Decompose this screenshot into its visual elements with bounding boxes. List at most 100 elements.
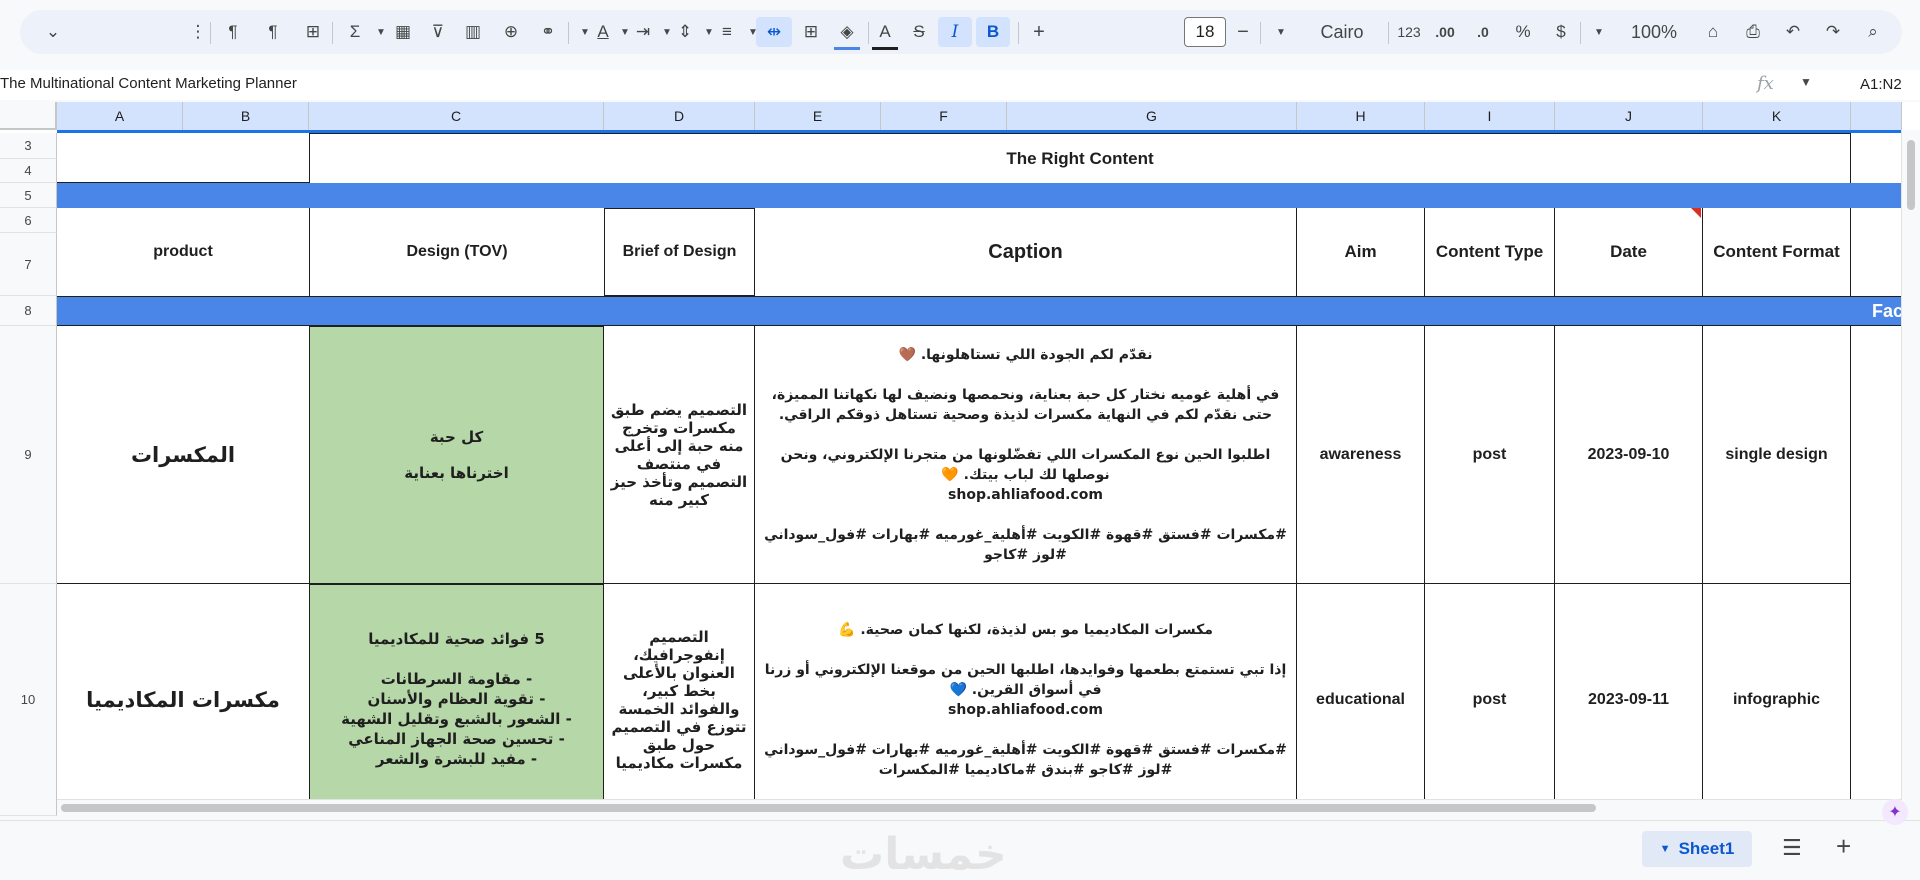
row9-product[interactable]: المكسرات [57, 326, 309, 584]
font-family-select[interactable]: Cairo [1312, 17, 1372, 47]
column-header-e[interactable]: E [755, 102, 881, 130]
rtl-text-icon[interactable]: ¶ [260, 17, 286, 47]
font-size-input[interactable]: 18 [1184, 17, 1226, 47]
merge-cells-icon[interactable]: ⇹ [756, 17, 792, 47]
row-header-3[interactable]: 3 [0, 133, 57, 159]
header-product[interactable]: product [57, 208, 309, 296]
select-all-corner[interactable] [0, 102, 57, 130]
redo-icon[interactable]: ↷ [1820, 17, 1846, 47]
row9-date[interactable]: 2023-09-10 [1555, 326, 1703, 584]
column-header-c[interactable]: C [309, 102, 604, 130]
filter-icon[interactable]: ⊽ [425, 17, 451, 47]
font-color-icon[interactable]: A [872, 17, 898, 50]
row9-caption[interactable]: نقدّم لكم الجودة اللي تستاهلونها. 🤎 في أ… [755, 326, 1297, 584]
horizontal-scrollbar[interactable] [57, 799, 1902, 816]
font-dropdown-icon[interactable]: ▼ [1268, 17, 1294, 47]
row-header-8[interactable]: 8 [0, 296, 57, 326]
number-format-button[interactable]: 123 [1396, 17, 1422, 47]
print-icon[interactable]: ⎙ [1740, 17, 1766, 47]
column-header-a[interactable]: A [57, 102, 183, 130]
row-header-4[interactable]: 4 [0, 159, 57, 183]
row10-content-format[interactable]: infographic [1703, 584, 1851, 816]
column-header-k[interactable]: K [1703, 102, 1851, 130]
blue-band-row-8[interactable] [57, 296, 1902, 326]
header-design[interactable]: Design (TOV) [309, 208, 604, 296]
sheet-tab-sheet1[interactable]: ▼ Sheet1 [1642, 831, 1752, 867]
horizontal-scroll-thumb[interactable] [61, 804, 1596, 812]
row9-content-format[interactable]: single design [1703, 326, 1851, 584]
blue-band-row-5[interactable] [57, 183, 1902, 208]
header-aim[interactable]: Aim [1297, 208, 1425, 296]
bold-icon[interactable]: B [976, 17, 1010, 47]
row-header-7[interactable]: 7 [0, 233, 57, 296]
link-icon[interactable]: ⚭ [535, 17, 561, 47]
zoom-select[interactable]: 100% [1624, 17, 1684, 47]
column-header-j[interactable]: J [1555, 102, 1703, 130]
undo-icon[interactable]: ↶ [1780, 17, 1806, 47]
decrease-decimal-button[interactable]: .0 [1470, 17, 1496, 47]
chevron-down-icon[interactable]: ⌄ [40, 17, 66, 47]
fill-color-icon[interactable]: ◈ [834, 17, 860, 50]
column-header-b[interactable]: B [183, 102, 309, 130]
column-header-f[interactable]: F [881, 102, 1007, 130]
row-header-6[interactable]: 6 [0, 208, 57, 233]
blank-title-cell[interactable] [57, 133, 309, 183]
borders-icon[interactable]: ⊞ [798, 17, 824, 47]
formula-input[interactable]: The Multinational Content Marketing Plan… [0, 75, 297, 92]
row9-design[interactable]: كل حبة اخترناها بعناية [309, 326, 604, 584]
row9-content-type[interactable]: post [1425, 326, 1555, 584]
row-header-10[interactable]: 10 [0, 584, 57, 816]
insert-table-icon[interactable]: ⊞ [300, 17, 326, 47]
column-header-h[interactable]: H [1297, 102, 1425, 130]
row10-date[interactable]: 2023-09-11 [1555, 584, 1703, 816]
zoom-dropdown-icon[interactable]: ▼ [1586, 17, 1612, 47]
row10-aim[interactable]: educational [1297, 584, 1425, 816]
increase-font-size-icon[interactable]: + [1026, 17, 1052, 47]
row10-content-type[interactable]: post [1425, 584, 1555, 816]
vertical-scroll-thumb[interactable] [1907, 140, 1915, 210]
percent-button[interactable]: % [1510, 17, 1536, 47]
vertical-scrollbar[interactable] [1901, 130, 1920, 816]
column-header-l[interactable] [1851, 102, 1902, 130]
currency-button[interactable]: $ [1548, 17, 1574, 47]
indent-icon[interactable]: ⇥ [630, 17, 656, 47]
all-sheets-icon[interactable]: ☰ [1782, 835, 1802, 861]
strikethrough-icon[interactable]: S [906, 17, 932, 47]
row10-product[interactable]: مكسرات المكاديميا [57, 584, 309, 816]
row-header-5[interactable]: 5 [0, 183, 57, 208]
sum-icon[interactable]: Σ [342, 17, 368, 47]
row9-brief[interactable]: التصميم يضم طبق مكسرات وتخرج منه حبة إلى… [604, 326, 755, 584]
decrease-font-size-icon[interactable]: − [1230, 17, 1256, 47]
spreadsheet-grid[interactable]: A B C D E F G H I J K 3 4 5 6 7 8 9 10 T… [0, 102, 1920, 816]
header-date[interactable]: Date [1555, 208, 1703, 296]
row10-brief[interactable]: التصميم إنفوجرافيك، العنوان بالأعلى بخط … [604, 584, 755, 816]
search-icon[interactable]: ⌕ [1860, 17, 1886, 47]
header-content-format[interactable]: Content Format [1703, 208, 1851, 296]
row10-design[interactable]: 5 فوائد صحية للمكاديميا - مقاومة السرطان… [309, 584, 604, 816]
italic-icon[interactable]: I [938, 17, 972, 47]
header-brief[interactable]: Brief of Design [604, 208, 755, 296]
header-caption[interactable]: Caption [755, 208, 1297, 296]
horizontal-align-icon[interactable]: ≡ [714, 17, 740, 47]
title-banner[interactable]: The Right Content [309, 133, 1851, 184]
namebox-dropdown-icon[interactable]: ▼ [1800, 75, 1812, 89]
table-icon[interactable]: ▦ [390, 17, 416, 47]
header-content-type[interactable]: Content Type [1425, 208, 1555, 296]
vertical-align-icon[interactable]: ⇕ [672, 17, 698, 47]
name-box[interactable]: A1:N2 [1860, 76, 1902, 93]
row10-caption[interactable]: مكسرات المكاديميا مو بس لذيذة، لكنها كما… [755, 584, 1297, 816]
add-sheet-icon[interactable]: + [1836, 831, 1851, 862]
increase-decimal-button[interactable]: .00 [1432, 17, 1458, 47]
chart-icon[interactable]: ▥ [460, 17, 486, 47]
more-vert-icon[interactable]: ⋮ [185, 17, 211, 47]
row9-aim[interactable]: awareness [1297, 326, 1425, 584]
add-comment-icon[interactable]: ⊕ [498, 17, 524, 47]
paint-format-icon[interactable]: ⌂ [1700, 17, 1726, 47]
ltr-text-icon[interactable]: ¶ [220, 17, 246, 47]
sheet-menu-icon[interactable]: ▼ [1660, 843, 1671, 855]
row-header-9[interactable]: 9 [0, 326, 57, 584]
comment-indicator-icon[interactable] [1691, 208, 1701, 218]
column-header-d[interactable]: D [604, 102, 755, 130]
column-header-i[interactable]: I [1425, 102, 1555, 130]
gemini-icon[interactable]: ✦ [1882, 799, 1908, 825]
